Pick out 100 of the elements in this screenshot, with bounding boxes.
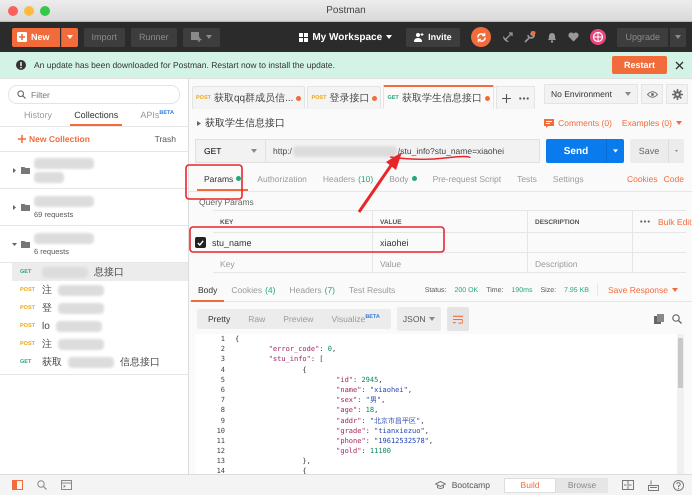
- eye-icon: [646, 90, 658, 98]
- redaction-blur: [58, 284, 104, 296]
- folder-icon: [21, 166, 30, 174]
- more-icon[interactable]: [640, 220, 650, 223]
- caret-icon: [386, 35, 392, 39]
- tab-title: 获取qq群成员信...: [214, 92, 294, 105]
- update-message: An update has been downloaded for Postman. Restart now to install the update.: [34, 60, 336, 70]
- new-collection-link[interactable]: New Collection: [18, 134, 90, 144]
- new-window-button[interactable]: [182, 28, 220, 46]
- invite-button[interactable]: Invite: [406, 28, 460, 46]
- link[interactable]: Code: [664, 174, 684, 184]
- restart-button[interactable]: Restart: [612, 56, 667, 74]
- response-tab[interactable]: Body: [191, 278, 224, 302]
- request-name: 登: [42, 302, 52, 315]
- close-button[interactable]: [8, 6, 18, 16]
- key-field[interactable]: Key: [220, 256, 235, 269]
- new-button[interactable]: New: [12, 28, 60, 46]
- filter-field[interactable]: Filter: [31, 90, 151, 100]
- window-plus-icon: [190, 32, 202, 42]
- option-tab[interactable]: Tests: [510, 168, 544, 190]
- search-icon[interactable]: [672, 314, 682, 324]
- option-tab[interactable]: Settings: [546, 168, 591, 190]
- caret-icon[interactable]: [197, 120, 201, 126]
- search-icon[interactable]: [37, 480, 47, 490]
- view-tab[interactable]: Pretty: [199, 311, 240, 327]
- workspace-button[interactable]: My Workspace: [291, 28, 400, 46]
- request-name: 注: [42, 338, 52, 351]
- new-menu-button[interactable]: [60, 28, 78, 46]
- copy-icon[interactable]: [654, 314, 664, 324]
- heart-icon[interactable]: [568, 32, 580, 42]
- response-tab[interactable]: Headers (7): [282, 278, 342, 302]
- wrap-icon: [452, 314, 463, 324]
- upgrade-button[interactable]: Upgrade: [617, 28, 668, 46]
- param-key[interactable]: stu_name: [212, 238, 252, 248]
- caret-icon: [206, 35, 212, 39]
- info-icon: [16, 60, 26, 70]
- comments-link[interactable]: Comments (0): [544, 118, 612, 128]
- wrap-button[interactable]: [446, 307, 469, 331]
- mode-tab[interactable]: Build: [504, 478, 556, 492]
- request-name: 息接口: [94, 266, 124, 279]
- bootcamp-link[interactable]: Bootcamp: [434, 480, 490, 490]
- keyboard-icon[interactable]: [648, 480, 659, 490]
- sidebar-tab[interactable]: APIs$^{BETA}$: [136, 104, 178, 126]
- help-icon[interactable]: [673, 480, 684, 490]
- param-value[interactable]: xiaohei: [380, 238, 409, 248]
- trash-link[interactable]: Trash: [154, 134, 176, 144]
- send-menu-button[interactable]: [606, 139, 624, 163]
- caret-icon: [672, 288, 678, 292]
- search-icon: [17, 90, 26, 99]
- value-field[interactable]: Value: [380, 256, 402, 269]
- view-tab[interactable]: Raw: [239, 311, 274, 327]
- avatar-icon[interactable]: [590, 29, 606, 45]
- view-tab[interactable]: Preview: [274, 311, 322, 327]
- runner-button[interactable]: Runner: [131, 28, 177, 46]
- upgrade-menu-button[interactable]: [669, 28, 686, 46]
- close-icon[interactable]: [675, 60, 684, 70]
- caret-icon: [625, 92, 631, 96]
- option-tab[interactable]: Authorization: [250, 168, 314, 190]
- sidebar-toggle-icon[interactable]: [12, 480, 23, 490]
- wrench-icon[interactable]: [524, 31, 536, 43]
- option-tab[interactable]: Params: [197, 168, 248, 190]
- environment-select[interactable]: No Environment: [544, 84, 638, 104]
- filter-box[interactable]: Filter: [8, 85, 180, 104]
- examples-link[interactable]: Examples (0): [622, 118, 682, 128]
- scrollbar[interactable]: [677, 334, 684, 474]
- plus-icon: [17, 32, 27, 42]
- response-tab[interactable]: Cookies (4): [224, 278, 282, 302]
- bell-icon[interactable]: [547, 32, 558, 42]
- more-icon[interactable]: [518, 96, 529, 100]
- plus-icon[interactable]: [502, 94, 511, 102]
- save-button[interactable]: Save: [630, 139, 668, 163]
- send-button[interactable]: Send: [546, 139, 606, 163]
- console-icon[interactable]: [61, 480, 72, 490]
- option-tab[interactable]: Headers (10): [316, 168, 380, 190]
- redaction-blur: [34, 196, 94, 206]
- settings-button[interactable]: [666, 84, 688, 104]
- redaction-blur: [58, 302, 104, 314]
- sync-button[interactable]: [471, 27, 492, 47]
- satellite-icon[interactable]: [502, 32, 514, 42]
- link[interactable]: Cookies: [626, 174, 658, 184]
- sidebar-tab[interactable]: History: [20, 104, 56, 126]
- format-select[interactable]: JSON: [396, 307, 441, 331]
- redaction-blur: [58, 338, 104, 350]
- eye-button[interactable]: [641, 84, 663, 104]
- caret-icon: [66, 35, 73, 39]
- import-button[interactable]: Import: [84, 28, 126, 46]
- two-pane-icon[interactable]: [622, 480, 634, 490]
- caret-icon: [675, 35, 681, 39]
- checkbox[interactable]: [195, 237, 206, 248]
- bulk-edit-link[interactable]: Bulk Edit: [658, 216, 692, 226]
- request-name: 获取: [42, 356, 62, 369]
- save-response-button[interactable]: Save Response: [596, 284, 684, 296]
- option-tab[interactable]: Pre-request Script: [426, 168, 508, 190]
- mode-tab[interactable]: Browse: [556, 478, 608, 492]
- response-tab[interactable]: Test Results: [342, 278, 402, 302]
- caret-icon: [613, 149, 618, 153]
- folder-icon: [21, 240, 30, 248]
- sidebar-tab[interactable]: Collections: [70, 104, 122, 126]
- caret-icon: [428, 317, 435, 321]
- description-field[interactable]: Description: [535, 256, 578, 269]
